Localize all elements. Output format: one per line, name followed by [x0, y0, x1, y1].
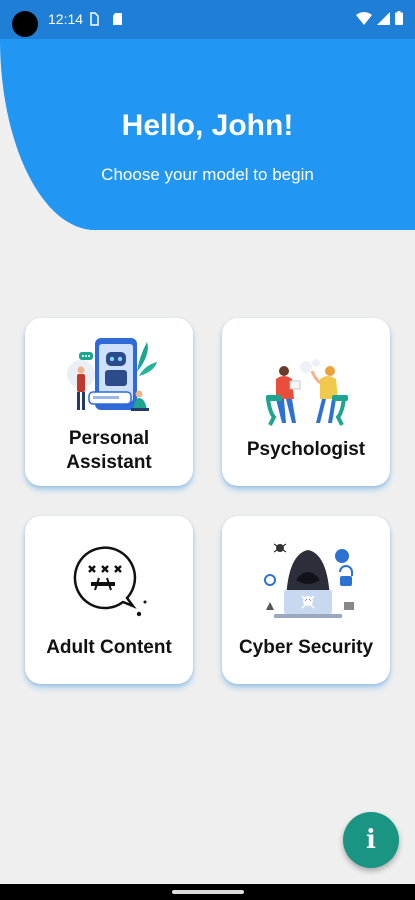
wifi-icon: [356, 11, 372, 25]
model-card-adult-content[interactable]: Adult Content: [25, 516, 193, 684]
sim-icon: [90, 12, 99, 26]
model-card-personal-assistant[interactable]: Personal Assistant: [25, 318, 193, 486]
battery-icon: [395, 11, 403, 25]
robot-assistant-illustration: [67, 338, 157, 411]
home-gesture-handle[interactable]: [172, 890, 244, 894]
camera-cutout: [12, 11, 38, 37]
status-time: 12:14: [48, 11, 84, 27]
censored-face-illustration: [73, 546, 147, 617]
greeting-title: Hello, John!: [121, 109, 294, 142]
status-icons: [356, 11, 403, 25]
model-card-label: Adult Content: [46, 637, 172, 658]
model-card-psychologist[interactable]: Psychologist: [222, 318, 390, 486]
header-banner: Hello, John! Choose your model to begin: [0, 39, 415, 230]
model-card-label-line2: Assistant: [66, 452, 152, 473]
info-button[interactable]: i: [343, 812, 399, 868]
hacker-illustration: [264, 543, 354, 618]
greeting-subtitle: Choose your model to begin: [101, 165, 314, 184]
model-card-label: Psychologist: [246, 439, 366, 460]
signal-icon: [377, 11, 390, 25]
model-card-label-line1: Personal: [68, 428, 150, 449]
sd-card-icon: [113, 13, 122, 25]
system-navigation-bar: [0, 884, 415, 900]
therapy-session-illustration: [266, 359, 348, 426]
model-card-label: Cyber Security: [238, 637, 374, 658]
status-bar: 12:14: [0, 0, 415, 39]
model-card-cyber-security[interactable]: Cyber Security: [222, 516, 390, 684]
info-icon: i: [366, 825, 376, 855]
